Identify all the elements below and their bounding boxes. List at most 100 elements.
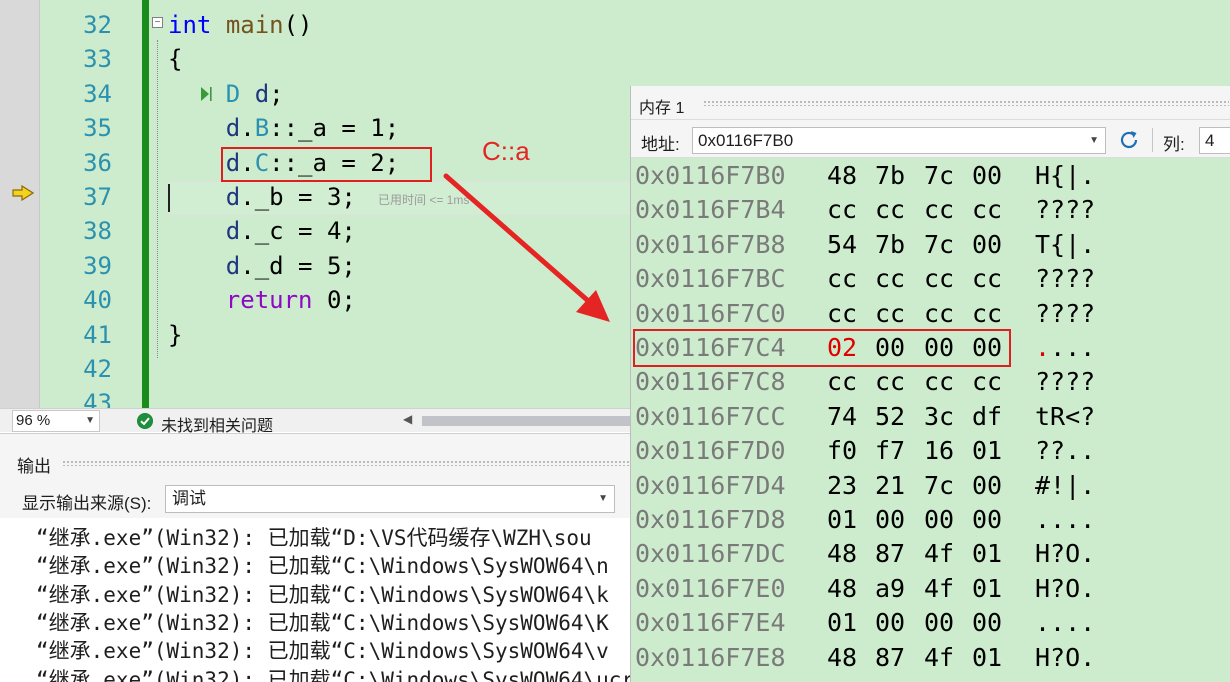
- memory-byte[interactable]: cc: [972, 193, 1002, 227]
- memory-row[interactable]: 0x0116F7D8 01 00 00 00....: [631, 503, 1230, 537]
- memory-byte[interactable]: 87: [875, 537, 905, 571]
- code-line[interactable]: d._c = 4;: [168, 214, 356, 248]
- memory-row[interactable]: 0x0116F7BC cc cc cc cc????: [631, 262, 1230, 296]
- memory-byte[interactable]: cc: [827, 297, 857, 331]
- memory-byte[interactable]: 48: [827, 641, 857, 675]
- scroll-left-icon[interactable]: ◀: [403, 412, 412, 426]
- code-line[interactable]: d._d = 5;: [168, 249, 356, 283]
- memory-row[interactable]: 0x0116F7C8 cc cc cc cc????: [631, 365, 1230, 399]
- memory-byte[interactable]: 3c: [924, 400, 954, 434]
- memory-byte[interactable]: cc: [972, 262, 1002, 296]
- memory-byte[interactable]: 7b: [875, 228, 905, 262]
- memory-byte[interactable]: 01: [827, 606, 857, 640]
- output-panel-title: 输出: [17, 457, 51, 476]
- memory-byte[interactable]: 7b: [875, 159, 905, 193]
- memory-byte[interactable]: 01: [827, 503, 857, 537]
- memory-toolbar: 地址: 0x0116F7B0 ▼ 列: 4: [631, 120, 1230, 158]
- indicator-margin[interactable]: [0, 0, 40, 408]
- memory-byte[interactable]: f0: [827, 434, 857, 468]
- memory-byte[interactable]: 48: [827, 572, 857, 606]
- memory-byte[interactable]: 7c: [924, 159, 954, 193]
- code-line[interactable]: d.B::_a = 1;: [168, 111, 399, 145]
- memory-byte[interactable]: 87: [875, 641, 905, 675]
- memory-row[interactable]: 0x0116F7E0 48 a9 4f 01 H?O.: [631, 572, 1230, 606]
- memory-row[interactable]: 0x0116F7C0 cc cc cc cc????: [631, 297, 1230, 331]
- memory-byte[interactable]: 00: [972, 469, 1002, 503]
- zoom-select[interactable]: 96 % ▼: [12, 410, 100, 432]
- memory-byte[interactable]: 4f: [924, 537, 954, 571]
- memory-byte[interactable]: 01: [972, 537, 1002, 571]
- memory-byte[interactable]: 01: [972, 641, 1002, 675]
- memory-titlebar[interactable]: 内存 1: [631, 86, 1230, 120]
- code-line[interactable]: D d;: [168, 77, 284, 111]
- columns-input[interactable]: 4: [1199, 127, 1230, 154]
- output-source-select[interactable]: 调试 ▼: [165, 485, 615, 513]
- memory-byte[interactable]: 74: [827, 400, 857, 434]
- memory-byte[interactable]: cc: [875, 297, 905, 331]
- memory-byte[interactable]: 4f: [924, 572, 954, 606]
- check-circle-icon[interactable]: [137, 413, 153, 429]
- memory-byte[interactable]: cc: [924, 193, 954, 227]
- memory-byte[interactable]: df: [972, 400, 1002, 434]
- memory-byte[interactable]: cc: [875, 365, 905, 399]
- horizontal-scrollbar-thumb[interactable]: [422, 416, 632, 426]
- memory-byte[interactable]: cc: [875, 262, 905, 296]
- memory-row[interactable]: 0x0116F7B4 cc cc cc cc????: [631, 193, 1230, 227]
- memory-row[interactable]: 0x0116F7B0 48 7b 7c 00 H{|.: [631, 159, 1230, 193]
- refresh-icon[interactable]: [1117, 128, 1141, 152]
- memory-byte[interactable]: 00: [972, 159, 1002, 193]
- memory-byte[interactable]: cc: [924, 297, 954, 331]
- memory-byte[interactable]: 48: [827, 537, 857, 571]
- memory-byte[interactable]: 00: [924, 503, 954, 537]
- run-to-here-icon[interactable]: [199, 84, 213, 104]
- memory-row[interactable]: 0x0116F7CC 74 52 3c df tR<?: [631, 400, 1230, 434]
- memory-byte[interactable]: a9: [875, 572, 905, 606]
- memory-row[interactable]: 0x0116F7B8 54 7b 7c 00 T{|.: [631, 228, 1230, 262]
- memory-byte[interactable]: 23: [827, 469, 857, 503]
- memory-byte[interactable]: 00: [875, 606, 905, 640]
- memory-byte[interactable]: 7c: [924, 228, 954, 262]
- memory-row[interactable]: 0x0116F7D4 23 21 7c 00 #!|.: [631, 469, 1230, 503]
- code-line[interactable]: {: [168, 42, 182, 76]
- memory-row[interactable]: 0x0116F7E4 01 00 00 00....: [631, 606, 1230, 640]
- memory-byte[interactable]: cc: [827, 365, 857, 399]
- memory-byte[interactable]: cc: [924, 365, 954, 399]
- memory-byte[interactable]: cc: [827, 193, 857, 227]
- memory-byte[interactable]: cc: [827, 262, 857, 296]
- memory-byte[interactable]: 00: [972, 606, 1002, 640]
- memory-byte[interactable]: 48: [827, 159, 857, 193]
- memory-byte[interactable]: 01: [972, 434, 1002, 468]
- memory-byte[interactable]: 7c: [924, 469, 954, 503]
- line-number: 42: [83, 355, 112, 383]
- code-line[interactable]: int main(): [168, 8, 313, 42]
- memory-byte[interactable]: 52: [875, 400, 905, 434]
- memory-byte[interactable]: cc: [972, 365, 1002, 399]
- memory-byte[interactable]: 21: [875, 469, 905, 503]
- memory-byte[interactable]: cc: [972, 297, 1002, 331]
- memory-byte[interactable]: 4f: [924, 641, 954, 675]
- address-value: 0x0116F7B0: [698, 131, 794, 150]
- memory-byte[interactable]: 00: [972, 503, 1002, 537]
- memory-byte[interactable]: 01: [972, 572, 1002, 606]
- memory-byte[interactable]: 00: [972, 228, 1002, 262]
- memory-byte[interactable]: 00: [924, 606, 954, 640]
- memory-ascii: ....: [1035, 331, 1095, 365]
- memory-row[interactable]: 0x0116F7DC 48 87 4f 01 H?O.: [631, 537, 1230, 571]
- memory-row[interactable]: 0x0116F7D0 f0 f7 16 01??..: [631, 434, 1230, 468]
- memory-byte[interactable]: 00: [875, 503, 905, 537]
- code-line[interactable]: d._b = 3;: [168, 180, 356, 214]
- memory-byte[interactable]: cc: [875, 193, 905, 227]
- memory-byte[interactable]: cc: [924, 262, 954, 296]
- memory-row[interactable]: 0x0116F7E8 48 87 4f 01 H?O.: [631, 641, 1230, 675]
- panel-grip[interactable]: [62, 460, 630, 466]
- memory-byte[interactable]: 54: [827, 228, 857, 262]
- memory-byte[interactable]: 16: [924, 434, 954, 468]
- code-line[interactable]: }: [168, 318, 182, 352]
- panel-grip[interactable]: [703, 100, 1229, 106]
- output-text-area[interactable]: “继承.exe”(Win32): 已加载“D:\VS代码缓存\WZH\sou “继…: [0, 518, 640, 682]
- address-input[interactable]: 0x0116F7B0 ▼: [692, 127, 1106, 154]
- code-line[interactable]: return 0;: [168, 283, 356, 317]
- collapse-toggle-icon[interactable]: −: [152, 17, 163, 28]
- memory-byte[interactable]: f7: [875, 434, 905, 468]
